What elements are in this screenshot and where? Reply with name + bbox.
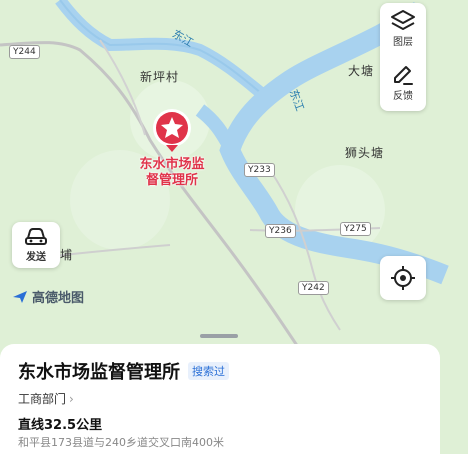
- send-to-car-button[interactable]: 发送: [12, 222, 60, 268]
- poi-address: 和平县173县道与240乡道交叉口南400米: [18, 436, 224, 449]
- place-label-pu: 埔: [60, 248, 74, 262]
- place-label-shitoutang: 狮头塘: [345, 146, 385, 160]
- poi-distance: 直线32.5公里: [18, 418, 103, 433]
- brand-name: 高德地图: [32, 291, 85, 306]
- chevron-right-icon: ›: [69, 391, 74, 406]
- road-label-y233: Y233: [244, 163, 275, 177]
- road-label-y275: Y275: [340, 222, 371, 236]
- poi-label-line2: 督管理所: [145, 173, 198, 188]
- edit-pen-icon: [394, 66, 413, 85]
- car-icon: [25, 228, 47, 245]
- layers-button[interactable]: 图层: [380, 9, 426, 53]
- poi-category[interactable]: 工商部门 ›: [18, 390, 74, 407]
- place-label-xinping: 新坪村: [140, 70, 180, 84]
- feedback-button[interactable]: 反馈: [380, 63, 426, 107]
- poi-detail-card[interactable]: 东水市场监督管理所 搜索过 工商部门 › 直线32.5公里 和平县173县道与2…: [0, 344, 440, 454]
- searched-badge: 搜索过: [188, 362, 229, 380]
- navigation-arrow-icon: [13, 290, 27, 303]
- map-control-group: 图层 反馈: [380, 3, 426, 111]
- poi-label[interactable]: 东水市场监 督管理所: [124, 157, 220, 189]
- poi-label-line1: 东水市场监: [139, 157, 205, 172]
- feedback-label: 反馈: [393, 91, 413, 102]
- locate-icon: [391, 266, 415, 290]
- brand-logo: 高德地图: [12, 287, 84, 306]
- poi-title: 东水市场监督管理所: [18, 362, 180, 383]
- place-label-datang: 大塘: [348, 64, 375, 78]
- road-label-y236: Y236: [265, 224, 296, 238]
- layers-icon: [391, 10, 415, 30]
- road-label-y242: Y242: [298, 281, 329, 295]
- poi-category-text: 工商部门: [18, 392, 67, 406]
- sheet-drag-handle[interactable]: [200, 334, 238, 338]
- send-label: 发送: [26, 252, 46, 263]
- layers-label: 图层: [393, 37, 413, 48]
- locate-button[interactable]: [380, 256, 426, 300]
- road-label-y244: Y244: [9, 45, 40, 59]
